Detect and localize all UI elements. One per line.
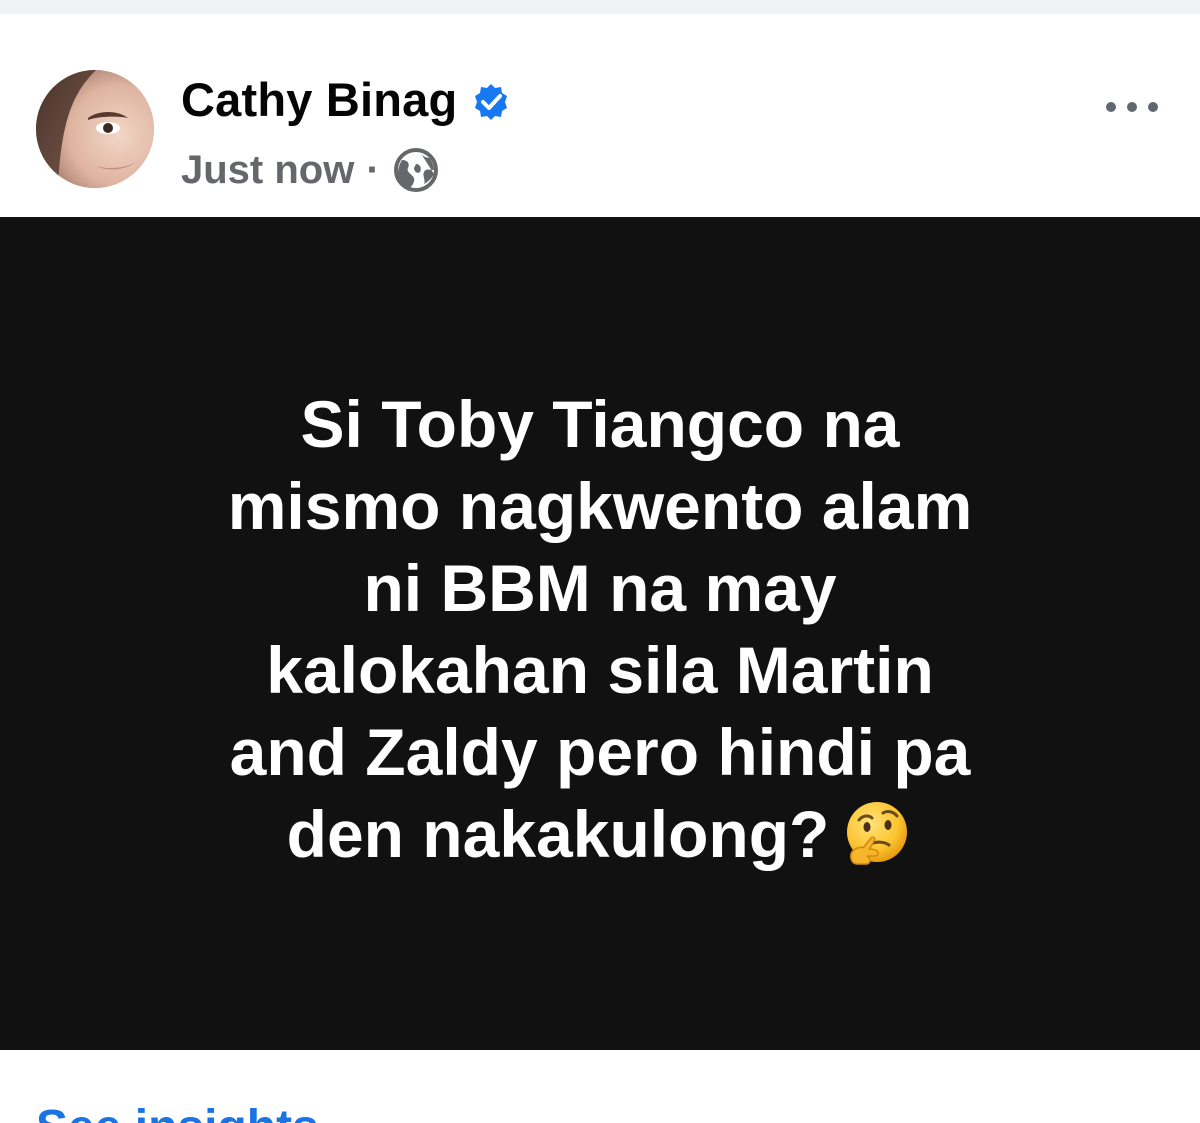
post-text-line: kalokahan sila Martin [266,632,934,707]
see-insights-link[interactable]: See insights [36,1100,319,1123]
post-text-line: den nakakulong? [286,796,830,871]
post-text-last-line: den nakakulong? [60,793,1140,875]
more-dot [1148,102,1158,112]
facebook-post: Cathy Binag Just now · Si Toby Tiangco n [0,0,1200,1123]
more-dot [1127,102,1137,112]
post-timestamp[interactable]: Just now [181,148,354,193]
post-meta: Just now · [181,146,440,194]
post-footer: See insights [0,1050,1200,1123]
more-options-button[interactable] [1106,92,1158,122]
post-text: Si Toby Tiangco na mismo nagkwento alam … [60,383,1140,875]
avatar[interactable] [36,70,154,188]
avatar-photo [36,70,154,188]
meta-separator: · [366,147,380,192]
author-row: Cathy Binag [181,72,511,127]
verified-badge-icon [475,83,508,120]
post-text-background: Si Toby Tiangco na mismo nagkwento alam … [0,217,1200,1050]
more-dot [1106,102,1116,112]
thinking-face-emoji [847,802,908,865]
post-header: Cathy Binag Just now · [0,14,1200,217]
post-text-line: mismo nagkwento alam [227,468,973,543]
post-text-line: Si Toby Tiangco na [300,386,900,461]
post-text-line: and Zaldy pero hindi pa [229,714,971,789]
author-name[interactable]: Cathy Binag [181,72,457,127]
globe-icon[interactable] [392,146,440,194]
feed-divider [0,0,1200,14]
post-text-line: ni BBM na may [363,550,837,625]
